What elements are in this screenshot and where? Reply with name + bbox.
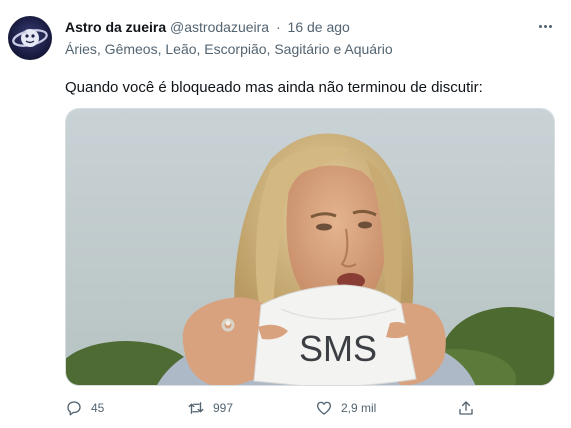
display-name[interactable]: Astro da zueira (65, 19, 166, 35)
like-icon (316, 401, 332, 415)
avatar-logo-icon (12, 29, 48, 47)
like-count: 2,9 mil (341, 401, 377, 415)
zodiac-signs-line: Áries, Gêmeos, Leão, Escorpião, Sagitári… (65, 41, 393, 57)
retweet-count: 997 (213, 401, 234, 415)
like-button[interactable]: 2,9 mil (315, 396, 376, 420)
tweet-text: Quando você é bloqueado mas ainda não te… (65, 79, 483, 96)
more-options-icon[interactable] (533, 14, 557, 38)
share-icon (459, 401, 473, 415)
reply-button[interactable]: 45 (65, 396, 104, 420)
timestamp[interactable]: 16 de ago (288, 19, 350, 35)
tweet-image[interactable]: SMS (65, 108, 555, 386)
retweet-icon (188, 402, 204, 414)
retweet-button[interactable]: 997 (187, 396, 233, 420)
tweet-card[interactable]: Astro da zueira @astrodazueira · 16 de a… (0, 0, 571, 428)
reply-icon (67, 401, 81, 416)
separator-dot: · (275, 19, 281, 35)
avatar[interactable] (8, 16, 52, 60)
meme-photo: SMS (66, 109, 554, 385)
share-button[interactable] (457, 396, 475, 420)
tweet-actions: 45 997 2,9 mil (65, 396, 485, 420)
user-handle[interactable]: @astrodazueira (170, 19, 269, 35)
image-sms-label: SMS (299, 328, 377, 369)
tweet-header: Astro da zueira @astrodazueira · 16 de a… (65, 17, 350, 37)
reply-count: 45 (91, 401, 105, 415)
